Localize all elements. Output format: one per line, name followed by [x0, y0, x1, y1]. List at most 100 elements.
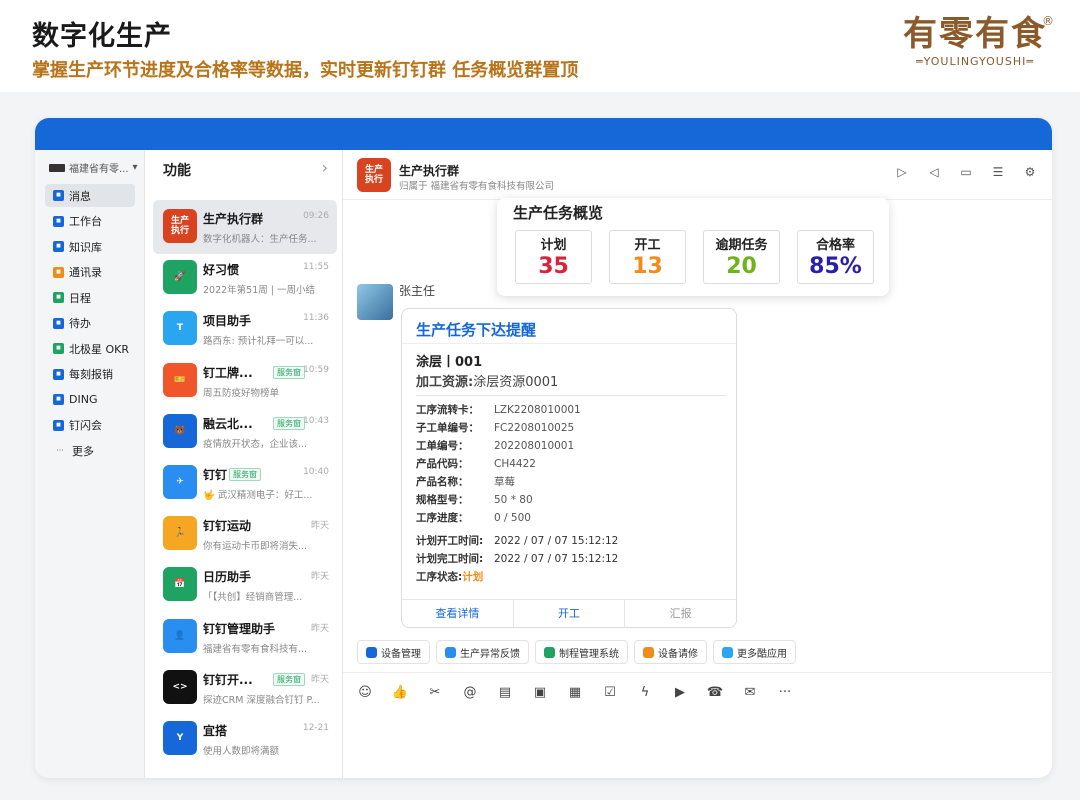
calendar-icon: ■ [53, 292, 64, 303]
list-header: 功能 [163, 163, 191, 179]
conversation-preview: 福建省有零有食科技有... [203, 643, 308, 655]
volume-icon[interactable]: ◁ [926, 164, 942, 180]
conversation-item[interactable]: 🚀 好习惯 11:55 2022年第51周 | 一周小结 [153, 251, 337, 305]
live-icon[interactable]: ▶ [672, 684, 688, 700]
nav-item-message[interactable]: ■ 消息 [45, 184, 135, 207]
quick-app-button[interactable]: 设备请修 [634, 640, 707, 664]
card-field: 规格型号： 50 * 80 [416, 492, 533, 507]
mail-icon[interactable]: ✉ [742, 684, 758, 700]
at-icon[interactable]: @ [462, 684, 478, 700]
quick-app-button[interactable]: 更多酷应用 [713, 640, 796, 664]
card-title: 生产任务下达提醒 [416, 321, 537, 339]
chat-header: 生产 执行 生产执行群 归属于 福建省有零有食科技有限公司 ▷ ◁ ▭ ☰ ⚙ [343, 150, 1052, 200]
phone-icon[interactable]: ☎ [707, 684, 723, 700]
nav-item-calendar[interactable]: ■ 日程 [45, 286, 135, 309]
nav-item-knowledge[interactable]: ■ 知识库 [45, 235, 135, 258]
conversation-list: 功能 › 生产 执行 生产执行群 09:26 数字化机器人：生产任务... 🚀 好习惯 11… [145, 150, 343, 778]
nav-item-label: DING [69, 393, 98, 406]
left-nav: 福建省有零... ▾ ■ 消息 ■ 工作台 ■ 知识库 ■ 通讯录 ■ 日程 ■ 待办 ■ 北极星 OKR… [35, 150, 145, 778]
nav-item-label: 日程 [69, 291, 91, 305]
conversation-name: 好习惯 [203, 263, 240, 278]
folder-upload-icon[interactable]: ▣ [532, 684, 548, 700]
conversation-item[interactable]: T 项目助手 11:36 路西东: 预计礼拜一可以... [153, 302, 337, 356]
nav-item-contacts[interactable]: ■ 通讯录 [45, 261, 135, 284]
conversation-item[interactable]: 🏃 钉钉运动 昨天 你有运动卡币即将消失... [153, 507, 337, 561]
window-titlebar [35, 118, 1052, 150]
card-field: 子工单编号： FC2208010025 [416, 420, 574, 435]
scissors-icon[interactable]: ✂ [427, 684, 443, 700]
stat-value: 20 [726, 254, 757, 279]
nav-item-expense[interactable]: ■ 每刻报销 [45, 363, 135, 386]
field-value: LZK2208010001 [494, 404, 581, 416]
conversation-item[interactable]: 🎫 钉工牌... 服务窗 10:59 周五防疫好物榜单 [153, 354, 337, 408]
conversation-item[interactable]: 👤 钉钉管理助手 昨天 福建省有零有食科技有... [153, 610, 337, 664]
field-value: 2022 / 07 / 07 15:12:12 [494, 553, 619, 565]
nav-item-label: 工作台 [69, 215, 102, 228]
emoji-icon[interactable]: ☺ [357, 684, 373, 700]
page-title: 数字化生产 [32, 21, 172, 52]
conversation-name: 项目助手 [203, 314, 252, 329]
nav-item-ding[interactable]: ■ DING [45, 388, 135, 411]
thumbs-up-icon[interactable]: 👍 [392, 684, 408, 700]
conversation-preview: 周五防疫好物榜单 [203, 387, 280, 399]
conversation-time: 11:55 [303, 262, 329, 273]
start-work-button[interactable]: 开工 [514, 600, 626, 627]
field-key: 规格型号： [416, 494, 469, 506]
nav-item-okr[interactable]: ■ 北极星 OKR [45, 337, 135, 360]
conversation-preview: 你有运动卡币即将消失... [203, 541, 308, 553]
view-details-button[interactable]: 查看详情 [402, 600, 514, 627]
settings-icon[interactable]: ⚙ [1022, 164, 1038, 180]
overview-stat: 逾期任务 20 [703, 230, 780, 284]
check-square-icon[interactable]: ☑ [602, 684, 618, 700]
conversation-item[interactable]: 🐻 融云北... 服务窗 10:43 疫情放开状态，企业该... [153, 405, 337, 459]
overview-stat: 计划 35 [515, 230, 592, 284]
conversation-preview: 使用人数即将满额 [203, 746, 280, 757]
conversation-item[interactable]: 📅 日历助手 昨天 「【共创】经销商管理... [153, 558, 337, 612]
sender-avatar[interactable] [357, 284, 393, 320]
conversation-preview: 探迹CRM 深度融合钉钉 P... [203, 694, 320, 706]
report-button[interactable]: 汇报 [625, 600, 736, 627]
nav-item-more[interactable]: ··· 更多 [45, 439, 135, 462]
group-avatar[interactable]: 生产 执行 [357, 158, 391, 192]
group-name[interactable]: 生产执行群 [399, 162, 459, 179]
nav-item-label: 待办 [69, 317, 91, 330]
conversation-name: 钉钉运动 [203, 519, 252, 534]
field-key: 计划开工时间: [416, 535, 484, 547]
task-overview-card[interactable]: 生产任务概览 计划 35 开工 13 逾期任务 20 合格率 85% [497, 198, 889, 296]
calendar-22-icon[interactable]: ▦ [567, 684, 583, 700]
chat-panel: 生产 执行 生产执行群 归属于 福建省有零有食科技有限公司 ▷ ◁ ▭ ☰ ⚙ 生产任务… [343, 150, 1052, 778]
conversation-item[interactable]: 生产 执行 生产执行群 09:26 数字化机器人：生产任务... [153, 200, 337, 254]
overview-stat: 开工 13 [609, 230, 686, 284]
conversation-name: 融云北... [203, 416, 253, 431]
doc-add-icon[interactable]: ▤ [497, 684, 513, 700]
task-reminder-card: 生产任务下达提醒 涂层丨001 加工资源:涂层资源0001 工序流转卡： LZK2… [401, 308, 737, 628]
conversation-avatar: 🏃 [163, 516, 197, 551]
nav-item-workbench[interactable]: ■ 工作台 [45, 210, 135, 233]
resource-value: 涂层资源0001 [473, 375, 559, 390]
video-icon[interactable]: ▷ [894, 164, 910, 180]
field-value: 50 * 80 [494, 494, 533, 506]
folder-icon[interactable]: ▭ [958, 164, 974, 180]
conversation-time: 09:26 [303, 211, 329, 221]
org-switcher[interactable]: 福建省有零... ▾ [49, 160, 138, 175]
conversation-item[interactable]: ✈ 钉钉 服务窗 10:40 🤟 武汉精测电子：好工... [153, 456, 337, 510]
flash-icon[interactable]: ϟ [637, 684, 653, 700]
conversation-avatar: T [163, 311, 197, 346]
field-key: 工序进度： [416, 512, 469, 524]
brand-name: 有零有食 [903, 14, 1047, 54]
nav-item-label: 更多 [72, 444, 94, 458]
conversation-item[interactable]: <> 钉钉开... 服务窗 昨天 探迹CRM 深度融合钉钉 P... [153, 661, 337, 715]
nav-item-todo[interactable]: ■ 待办 [45, 312, 135, 335]
dingtalk-window: 福建省有零... ▾ ■ 消息 ■ 工作台 ■ 知识库 ■ 通讯录 ■ 日程 ■ 待办 ■ 北极星 OKR… [35, 118, 1052, 778]
more-icon[interactable]: ··· [777, 684, 793, 700]
chevron-right-icon[interactable]: › [322, 158, 328, 177]
conversation-name: 宜搭 [203, 724, 228, 738]
nav-item-meeting[interactable]: ■ 钉闪会 [45, 414, 135, 437]
quick-app-button[interactable]: 制程管理系统 [535, 640, 628, 664]
search-list-icon[interactable]: ☰ [990, 164, 1006, 180]
conversation-item[interactable]: Y 宜搭 12-21 使用人数即将满额 [153, 712, 337, 766]
quick-app-button[interactable]: 设备管理 [357, 640, 430, 664]
quick-app-button[interactable]: 生产异常反馈 [436, 640, 529, 664]
conversation-name: 日历助手 [203, 570, 252, 585]
nav-item-label: 北极星 OKR [69, 342, 130, 356]
